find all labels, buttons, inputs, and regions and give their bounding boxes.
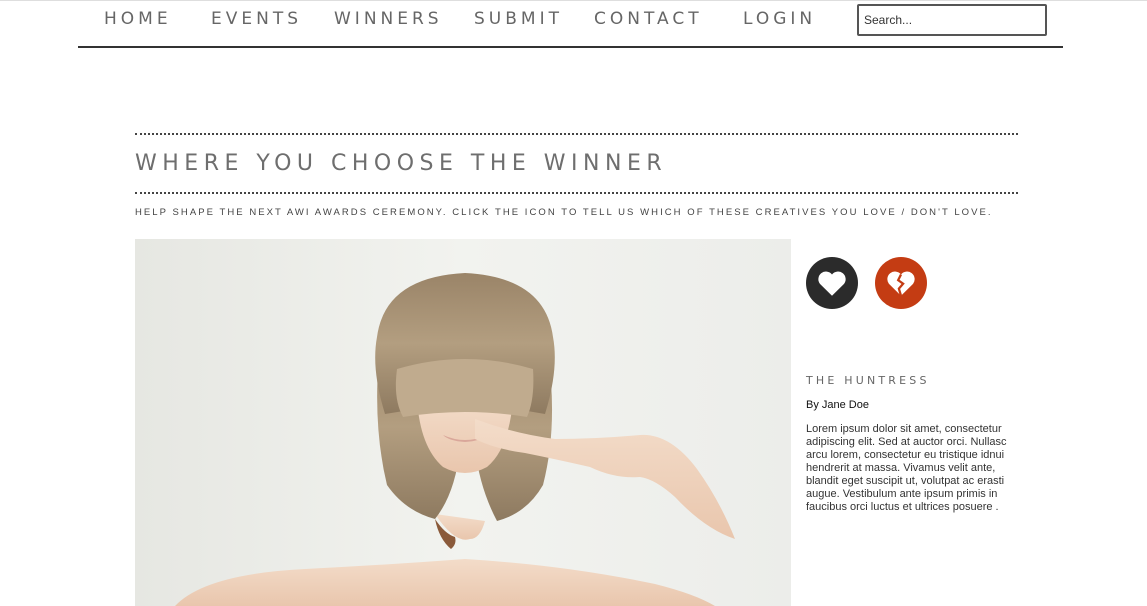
- nav-events[interactable]: EVENTS: [211, 9, 302, 29]
- nav-contact[interactable]: CONTACT: [594, 9, 703, 29]
- nav-submit[interactable]: SUBMIT: [474, 9, 563, 29]
- nav-home[interactable]: HOME: [104, 9, 172, 29]
- dont-love-button[interactable]: [875, 257, 927, 309]
- entry-author: By Jane Doe: [806, 399, 869, 411]
- nav-login[interactable]: LOGIN: [743, 9, 816, 29]
- heart-icon: [815, 266, 849, 300]
- divider-top: [135, 133, 1018, 135]
- page-title: WHERE YOU CHOOSE THE WINNER: [135, 151, 668, 176]
- search-input[interactable]: [857, 4, 1047, 36]
- love-button[interactable]: [806, 257, 858, 309]
- nav-winners[interactable]: WINNERS: [334, 9, 443, 29]
- page-subtitle: HELP SHAPE THE NEXT AWI AWARDS CEREMONY.…: [135, 207, 993, 218]
- entry-description: Lorem ipsum dolor sit amet, consectetur …: [806, 423, 1007, 513]
- broken-heart-icon: [884, 266, 918, 300]
- divider-bottom: [135, 192, 1018, 194]
- entry-photo: [135, 239, 791, 606]
- main-nav: HOME EVENTS WINNERS SUBMIT CONTACT LOGIN: [78, 0, 1063, 48]
- entry-title: THE HUNTRESS: [806, 374, 930, 387]
